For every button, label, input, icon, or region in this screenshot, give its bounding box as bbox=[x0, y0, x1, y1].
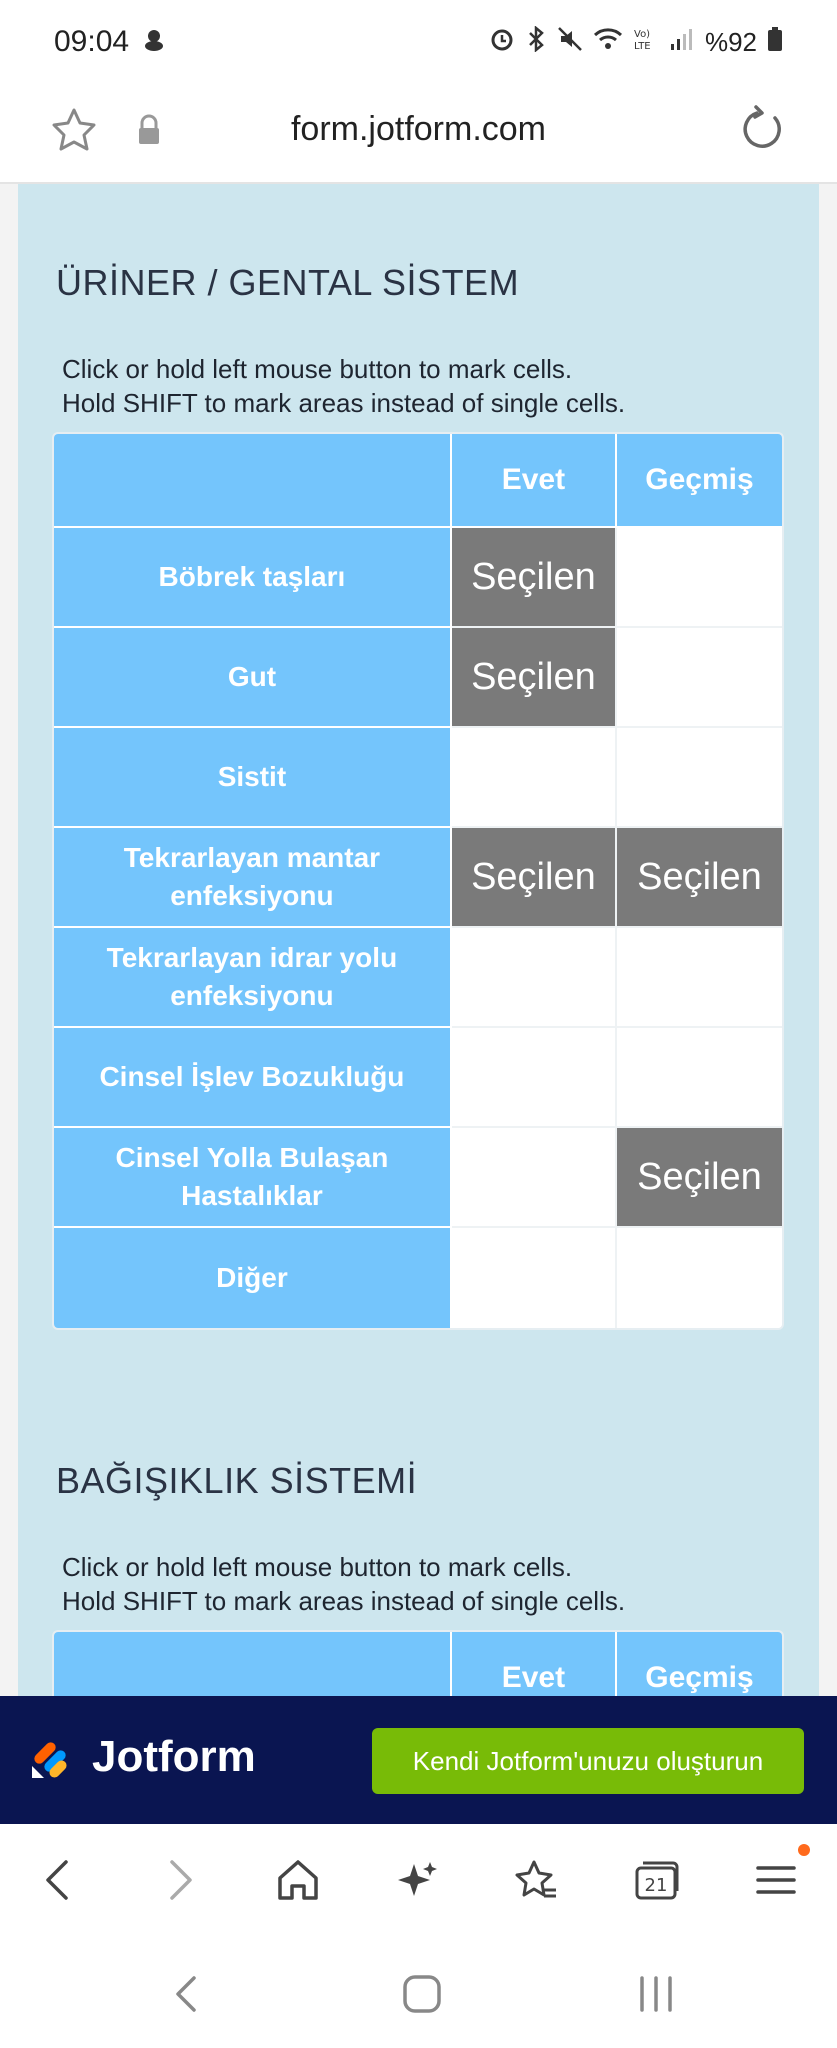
system-home-icon[interactable] bbox=[400, 1972, 444, 2016]
matrix-row: Tekrarlayan idrar yolu enfeksiyonu bbox=[54, 928, 782, 1028]
matrix-row: Cinsel Yolla Bulaşan Hastalıklar Seçilen bbox=[54, 1128, 782, 1228]
matrix-cell[interactable] bbox=[616, 1228, 782, 1328]
matrix-cell-selected[interactable]: Seçilen bbox=[451, 628, 617, 728]
svg-text:LTE: LTE bbox=[634, 41, 651, 52]
column-header-evet: Evet bbox=[451, 434, 617, 528]
instructions-line-2: Hold SHIFT to mark areas instead of sing… bbox=[62, 388, 626, 418]
matrix-cell[interactable] bbox=[451, 928, 617, 1028]
battery-icon bbox=[767, 26, 783, 59]
notification-icon bbox=[141, 26, 167, 59]
column-header-evet: Evet bbox=[451, 1632, 617, 1696]
alarm-icon bbox=[489, 26, 515, 59]
status-bar: 09:04 Vo) LTE %92 bbox=[0, 0, 837, 84]
matrix-row: Sistit bbox=[54, 728, 782, 828]
matrix-table-bagisiklik: Evet Geçmiş bbox=[52, 1630, 784, 1696]
browser-bottom-nav: 21 bbox=[0, 1824, 837, 1936]
matrix-row: Gut Seçilen bbox=[54, 628, 782, 728]
row-label: Cinsel İşlev Bozukluğu bbox=[54, 1028, 452, 1128]
matrix-header-row: Evet Geçmiş bbox=[54, 1632, 782, 1696]
system-back-icon[interactable] bbox=[166, 1972, 210, 2016]
matrix-cell[interactable] bbox=[616, 528, 782, 628]
home-icon[interactable] bbox=[270, 1852, 326, 1908]
signal-icon bbox=[669, 26, 695, 59]
page-content: ÜRİNER / GENTAL SİSTEM Click or hold lef… bbox=[0, 184, 837, 1696]
section-title-uriner: ÜRİNER / GENTAL SİSTEM bbox=[56, 262, 520, 303]
column-header-gecmis: Geçmiş bbox=[616, 434, 782, 528]
matrix-cell[interactable] bbox=[451, 728, 617, 828]
matrix-row: Diğer bbox=[54, 1228, 782, 1328]
tabs-icon[interactable]: 21 bbox=[628, 1852, 684, 1908]
matrix-row: Cinsel İşlev Bozukluğu bbox=[54, 1028, 782, 1128]
matrix-cell-selected[interactable]: Seçilen bbox=[451, 828, 617, 928]
menu-icon[interactable] bbox=[748, 1852, 804, 1908]
matrix-cell[interactable] bbox=[616, 1028, 782, 1128]
matrix-cell[interactable] bbox=[451, 1028, 617, 1128]
matrix-row: Tekrarlayan mantar enfeksiyonu Seçilen S… bbox=[54, 828, 782, 928]
row-label: Diğer bbox=[54, 1228, 452, 1328]
system-nav-bar bbox=[0, 1936, 837, 2048]
row-label: Sistit bbox=[54, 728, 452, 828]
row-label: Tekrarlayan mantar enfeksiyonu bbox=[54, 828, 452, 928]
column-header-gecmis: Geçmiş bbox=[616, 1632, 782, 1696]
mute-icon bbox=[557, 26, 583, 59]
svg-text:Vo): Vo) bbox=[634, 29, 650, 40]
reload-icon[interactable] bbox=[737, 104, 787, 154]
instructions-line-1: Click or hold left mouse button to mark … bbox=[62, 354, 573, 384]
wifi-icon bbox=[593, 26, 623, 59]
back-icon[interactable] bbox=[30, 1852, 86, 1908]
matrix-cell[interactable] bbox=[616, 628, 782, 728]
status-time: 09:04 bbox=[54, 25, 130, 58]
tabs-count: 21 bbox=[645, 1875, 668, 1896]
matrix-cell-selected[interactable]: Seçilen bbox=[616, 1128, 782, 1228]
system-recents-icon[interactable] bbox=[634, 1972, 678, 2016]
matrix-row: Böbrek taşları Seçilen bbox=[54, 528, 782, 628]
matrix-cell[interactable] bbox=[451, 1128, 617, 1228]
jotform-logo-icon[interactable] bbox=[30, 1734, 76, 1780]
menu-notification-dot bbox=[798, 1844, 810, 1856]
instructions-line-2: Hold SHIFT to mark areas instead of sing… bbox=[62, 1586, 626, 1616]
matrix-cell-selected[interactable]: Seçilen bbox=[616, 828, 782, 928]
matrix-table-uriner: Evet Geçmiş Böbrek taşları Seçilen Gut S… bbox=[52, 432, 784, 1330]
matrix-cell[interactable] bbox=[616, 928, 782, 1028]
instructions-line-1: Click or hold left mouse button to mark … bbox=[62, 1552, 573, 1582]
bookmarks-icon[interactable] bbox=[508, 1852, 564, 1908]
jotform-brand[interactable]: Jotform bbox=[92, 1732, 256, 1782]
row-label: Cinsel Yolla Bulaşan Hastalıklar bbox=[54, 1128, 452, 1228]
form-panel: ÜRİNER / GENTAL SİSTEM Click or hold lef… bbox=[18, 184, 819, 1696]
row-label: Tekrarlayan idrar yolu enfeksiyonu bbox=[54, 928, 452, 1028]
matrix-corner-cell bbox=[54, 1632, 452, 1696]
jotform-banner: Jotform Kendi Jotform'unuzu oluşturun bbox=[0, 1696, 837, 1824]
matrix-header-row: Evet Geçmiş bbox=[54, 434, 782, 528]
create-jotform-button[interactable]: Kendi Jotform'unuzu oluşturun bbox=[372, 1728, 804, 1794]
forward-icon[interactable] bbox=[152, 1852, 208, 1908]
bluetooth-icon bbox=[525, 24, 547, 59]
matrix-corner-cell bbox=[54, 434, 452, 528]
matrix-cell[interactable] bbox=[451, 1228, 617, 1328]
section-instructions: Click or hold left mouse button to mark … bbox=[62, 352, 625, 420]
section-title-bagisiklik: BAĞIŞIKLIK SİSTEMİ bbox=[56, 1460, 418, 1501]
volte-icon: Vo) LTE bbox=[633, 26, 659, 59]
matrix-cell-selected[interactable]: Seçilen bbox=[451, 528, 617, 628]
section-instructions: Click or hold left mouse button to mark … bbox=[62, 1550, 625, 1618]
ai-sparkle-icon[interactable] bbox=[390, 1852, 446, 1908]
row-label: Gut bbox=[54, 628, 452, 728]
matrix-cell[interactable] bbox=[616, 728, 782, 828]
url-text[interactable]: form.jotform.com bbox=[0, 110, 837, 149]
row-label: Böbrek taşları bbox=[54, 528, 452, 628]
address-bar: form.jotform.com bbox=[0, 84, 837, 184]
battery-level: %92 bbox=[704, 26, 757, 57]
